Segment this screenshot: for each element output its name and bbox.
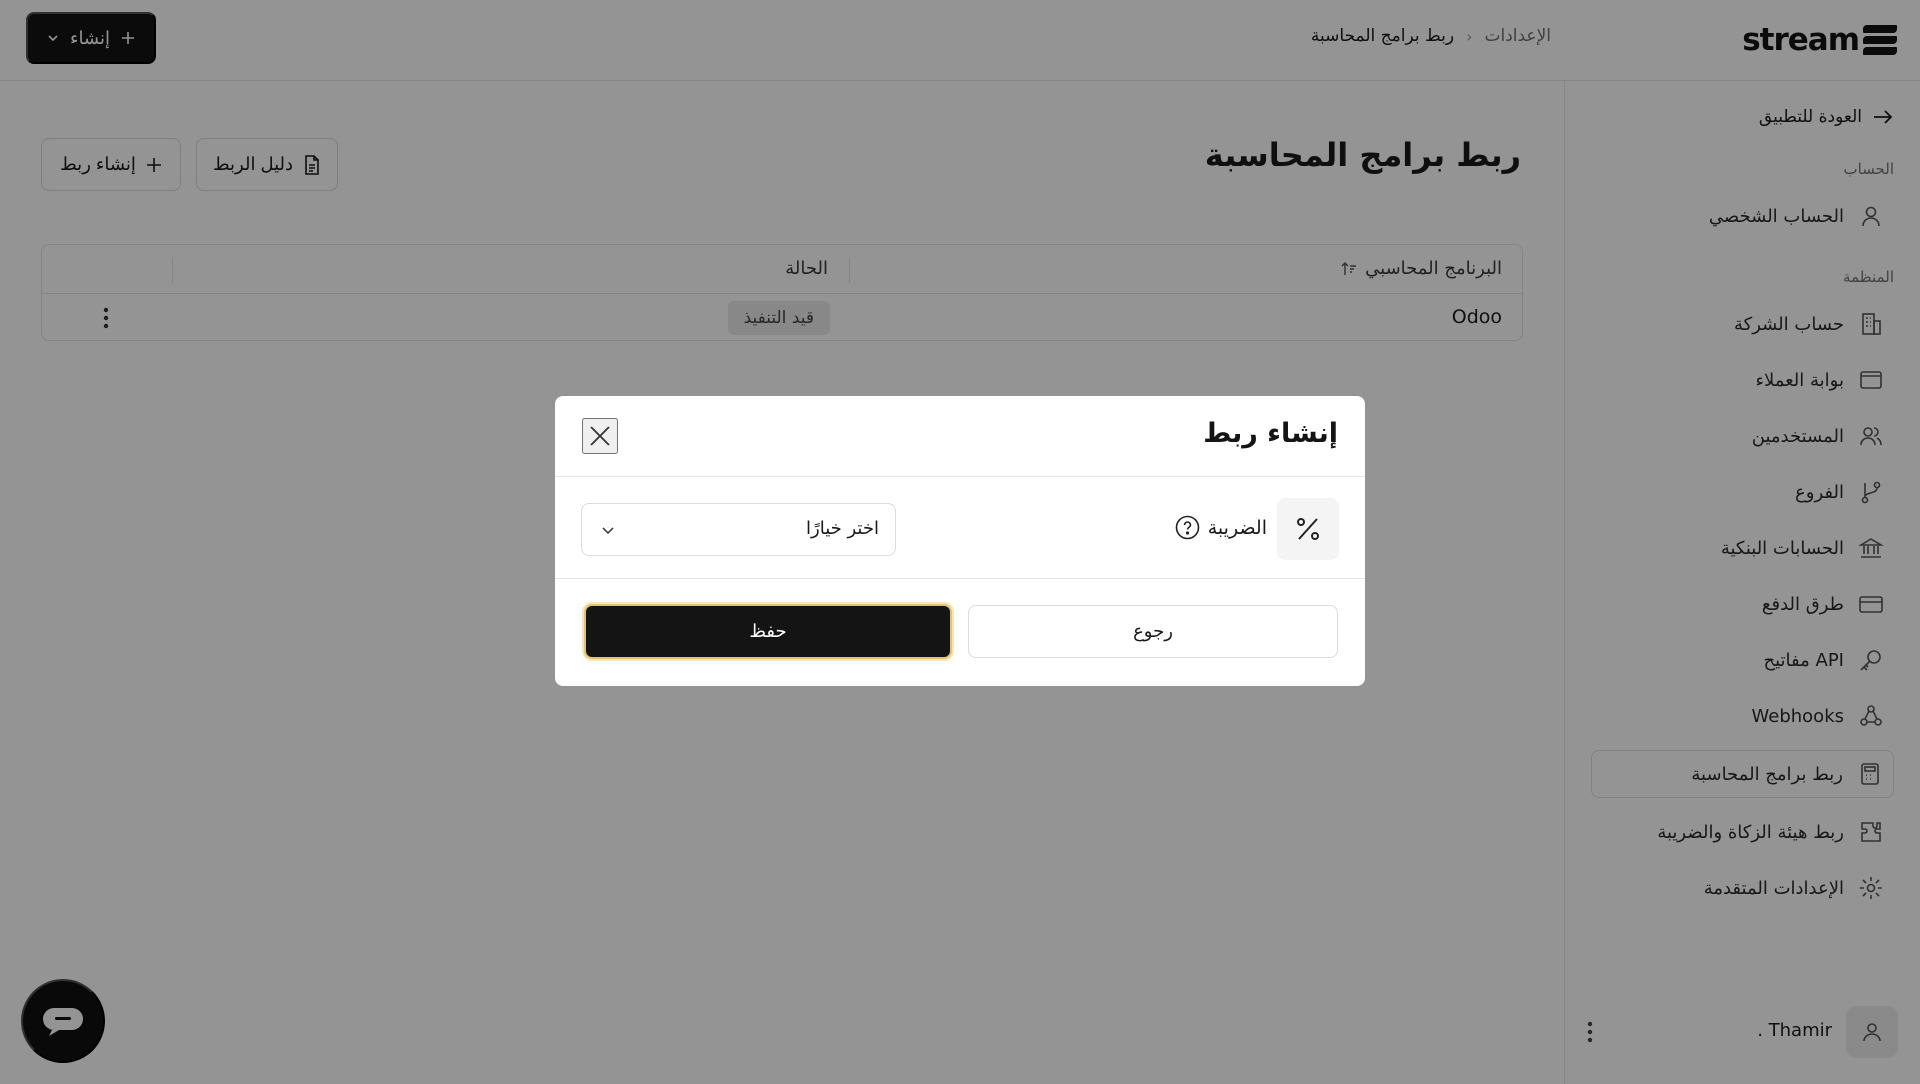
modal-footer: حفظ رجوع [555, 579, 1365, 686]
back-button[interactable]: رجوع [968, 605, 1338, 658]
chevron-down-icon [598, 520, 618, 540]
modal-header: إنشاء ربط [555, 396, 1365, 477]
tax-select[interactable]: اختر خيارًا [581, 503, 896, 556]
tax-label-text: الضريبة [1207, 516, 1267, 539]
save-button[interactable]: حفظ [584, 604, 952, 659]
modal-body: الضريبة اختر خيارًا [555, 477, 1365, 579]
app-root: stream الإعدادات › ربط برامج المحاسبة إن… [0, 0, 1920, 1084]
tax-select-value: اختر خيارًا [806, 518, 879, 539]
percent-icon [1277, 498, 1339, 560]
modal-title: إنشاء ربط [1203, 418, 1338, 449]
close-icon[interactable] [582, 418, 618, 454]
create-link-modal: إنشاء ربط الضريبة اختر خيارًا حفظ رجوع [555, 396, 1365, 686]
help-circle-icon[interactable] [1175, 515, 1200, 540]
tax-field-label: الضريبة [1175, 515, 1267, 540]
